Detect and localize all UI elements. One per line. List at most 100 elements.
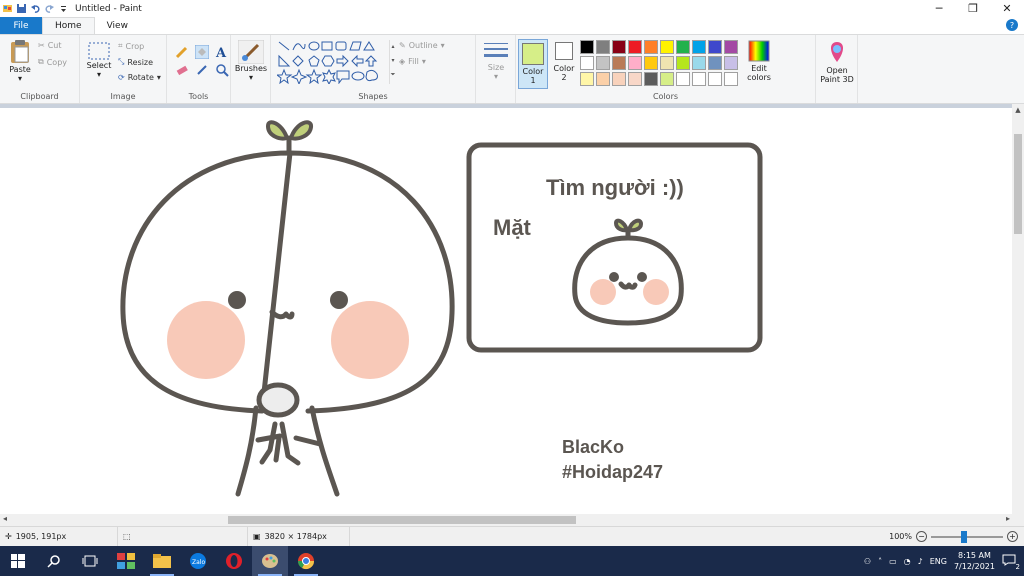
zoom-slider[interactable] bbox=[931, 530, 1003, 543]
close-button[interactable]: ✕ bbox=[990, 0, 1024, 17]
shapes-gallery[interactable] bbox=[277, 40, 389, 84]
file-explorer-button[interactable] bbox=[144, 546, 180, 576]
chrome-button[interactable] bbox=[288, 546, 324, 576]
horizontal-scroll-thumb[interactable] bbox=[228, 516, 576, 524]
language-indicator[interactable]: ENG bbox=[930, 557, 947, 566]
save-icon[interactable] bbox=[16, 3, 27, 14]
eraser-icon[interactable] bbox=[175, 63, 189, 77]
palette-swatch[interactable] bbox=[676, 56, 690, 70]
search-button[interactable] bbox=[36, 546, 72, 576]
magnifier-icon[interactable] bbox=[215, 63, 229, 77]
palette-swatch[interactable] bbox=[724, 56, 738, 70]
horizontal-scrollbar[interactable]: ◂ ▸ bbox=[0, 514, 1024, 526]
text-tool-icon[interactable]: A bbox=[215, 45, 229, 59]
redo-icon[interactable] bbox=[44, 3, 55, 14]
taskbar-app-1[interactable] bbox=[108, 546, 144, 576]
fill-button[interactable]: ◈ Fill ▾ bbox=[399, 57, 426, 66]
outline-button[interactable]: ✎ Outline ▾ bbox=[399, 41, 445, 50]
edit-colors-button[interactable]: Edit colors bbox=[742, 40, 776, 82]
tab-view[interactable]: View bbox=[95, 17, 140, 34]
palette-swatch[interactable] bbox=[628, 40, 642, 54]
fill-bucket-icon[interactable] bbox=[195, 45, 209, 59]
palette-swatch[interactable] bbox=[644, 56, 658, 70]
zoom-out-button[interactable]: − bbox=[916, 531, 927, 542]
palette-swatch[interactable] bbox=[612, 72, 626, 86]
palette-swatch[interactable] bbox=[580, 56, 594, 70]
minimize-button[interactable]: ─ bbox=[922, 0, 956, 17]
palette-swatch[interactable] bbox=[596, 40, 610, 54]
palette-swatch[interactable] bbox=[644, 40, 658, 54]
brushes-button[interactable]: Brushes ▾ bbox=[231, 40, 271, 82]
network-icon[interactable]: ◔ bbox=[904, 557, 911, 566]
color2-button[interactable]: Color 2 bbox=[550, 42, 578, 82]
copy-button[interactable]: ⧉ Copy bbox=[38, 57, 67, 67]
people-icon[interactable]: ⚇ bbox=[864, 557, 871, 566]
palette-swatch[interactable] bbox=[596, 72, 610, 86]
palette-swatch[interactable] bbox=[708, 72, 722, 86]
palette-swatch[interactable] bbox=[644, 72, 658, 86]
ribbon: Paste ▾ ✂ Cut ⧉ Copy Clipboard Select ▾ ⌗ Cro… bbox=[0, 34, 1024, 104]
palette-swatch[interactable] bbox=[628, 56, 642, 70]
paint-app-icon bbox=[2, 3, 13, 14]
cut-button[interactable]: ✂ Cut bbox=[38, 41, 62, 50]
zalo-button[interactable]: Zalo bbox=[180, 546, 216, 576]
pencil-icon[interactable] bbox=[175, 45, 189, 59]
palette-swatch[interactable] bbox=[692, 56, 706, 70]
start-button[interactable] bbox=[0, 546, 36, 576]
palette-swatch[interactable] bbox=[580, 40, 594, 54]
palette-swatch[interactable] bbox=[660, 56, 674, 70]
palette-swatch[interactable] bbox=[612, 56, 626, 70]
select-button[interactable]: Select ▾ bbox=[84, 41, 114, 79]
undo-icon[interactable] bbox=[30, 3, 41, 14]
help-icon[interactable]: ? bbox=[1006, 19, 1018, 31]
task-view-button[interactable] bbox=[72, 546, 108, 576]
zoom-in-button[interactable]: + bbox=[1007, 531, 1018, 542]
customize-toolbar-icon[interactable] bbox=[58, 3, 69, 14]
window-title: Untitled - Paint bbox=[75, 3, 142, 14]
app-grid-icon bbox=[117, 553, 135, 569]
paint-taskbar-button[interactable] bbox=[252, 546, 288, 576]
palette-swatch[interactable] bbox=[628, 72, 642, 86]
color-palette bbox=[580, 40, 738, 86]
paint3d-group: Open Paint 3D bbox=[816, 35, 858, 103]
color1-button[interactable]: Color 1 bbox=[518, 39, 548, 89]
task-view-icon bbox=[82, 555, 98, 567]
palette-swatch[interactable] bbox=[612, 40, 626, 54]
notifications-button[interactable]: 2 bbox=[1002, 554, 1020, 571]
rotate-button[interactable]: ⟳ Rotate ▾ bbox=[118, 73, 161, 82]
clock[interactable]: 8:15 AM 7/12/2021 bbox=[954, 550, 995, 572]
tab-file[interactable]: File bbox=[0, 17, 42, 34]
crop-button[interactable]: ⌗ Crop bbox=[118, 41, 144, 51]
palette-swatch[interactable] bbox=[724, 40, 738, 54]
vertical-scroll-thumb[interactable] bbox=[1014, 134, 1022, 234]
size-button[interactable]: Size ▾ bbox=[476, 41, 516, 81]
resize-button[interactable]: ⤡ Resize bbox=[118, 57, 153, 67]
opera-button[interactable] bbox=[216, 546, 252, 576]
palette-swatch[interactable] bbox=[676, 40, 690, 54]
palette-swatch[interactable] bbox=[692, 72, 706, 86]
canvas-area[interactable]: Tìm người :)) Mặt BlacKo #Hoidap247 bbox=[0, 108, 1012, 514]
vertical-scrollbar[interactable]: ▲ bbox=[1012, 104, 1024, 514]
open-paint3d-button[interactable]: Open Paint 3D bbox=[816, 40, 858, 84]
volume-icon[interactable]: ♪ bbox=[918, 557, 923, 566]
zoom-slider-thumb[interactable] bbox=[961, 530, 967, 543]
palette-swatch[interactable] bbox=[596, 56, 610, 70]
palette-swatch[interactable] bbox=[724, 72, 738, 86]
palette-swatch[interactable] bbox=[708, 40, 722, 54]
palette-swatch[interactable] bbox=[660, 40, 674, 54]
brushes-group: Brushes ▾ bbox=[231, 35, 271, 103]
paste-button[interactable]: Paste ▾ bbox=[4, 39, 36, 83]
battery-icon[interactable]: ▭ bbox=[889, 557, 897, 566]
tab-home[interactable]: Home bbox=[42, 17, 95, 34]
palette-swatch[interactable] bbox=[708, 56, 722, 70]
color-picker-icon[interactable] bbox=[195, 63, 209, 77]
restore-button[interactable]: ❐ bbox=[956, 0, 990, 17]
drawing-canvas[interactable]: Tìm người :)) Mặt BlacKo #Hoidap247 bbox=[0, 108, 1012, 514]
palette-swatch[interactable] bbox=[676, 72, 690, 86]
palette-swatch[interactable] bbox=[580, 72, 594, 86]
character-right-cheek bbox=[331, 301, 409, 379]
palette-swatch[interactable] bbox=[660, 72, 674, 86]
small-mouth bbox=[618, 281, 638, 290]
palette-swatch[interactable] bbox=[692, 40, 706, 54]
show-hidden-icons-icon[interactable]: ˄ bbox=[878, 557, 882, 566]
